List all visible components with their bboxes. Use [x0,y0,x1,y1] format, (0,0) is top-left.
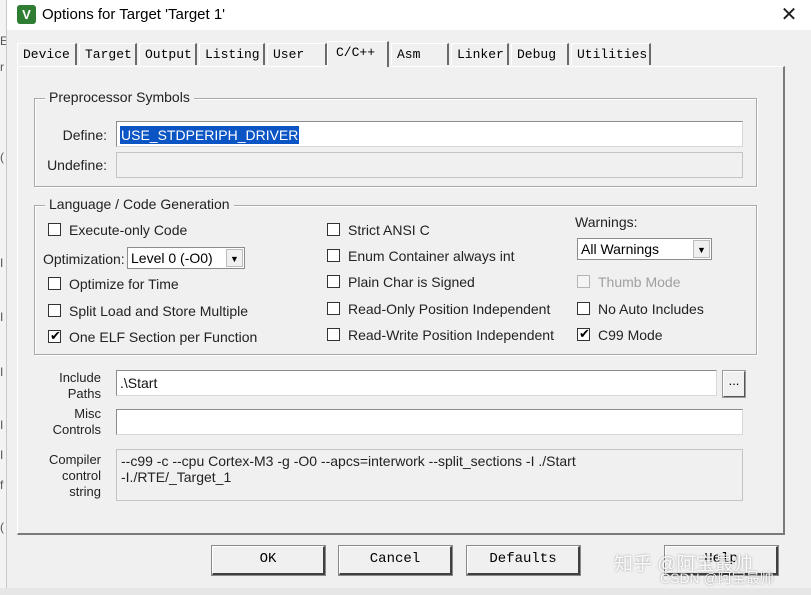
ro-pi-checkbox[interactable] [327,302,340,315]
cpp-options-panel: Preprocessor Symbols Define: USE_STDPERI… [17,66,785,535]
c99-mode-label: C99 Mode [598,327,663,343]
compiler-control-line-2: -I./RTE/_Target_1 [121,469,232,485]
compiler-control-line-1: --c99 -c --cpu Cortex-M3 -g -O0 --apcs=i… [121,453,576,469]
tab-target[interactable]: Target [79,43,137,65]
csdn-watermark: CSDN @阿宝最帅 [660,570,774,586]
define-field[interactable]: USE_STDPERIPH_DRIVER [116,121,743,147]
compiler-control-text: --c99 -c --cpu Cortex-M3 -g -O0 --apcs=i… [121,453,576,485]
language-group-title: Language / Code Generation [45,196,234,212]
defaults-button[interactable]: Defaults [466,545,581,576]
thumb-mode-checkbox[interactable] [577,275,590,288]
split-load-checkbox[interactable] [48,304,61,317]
ro-pi-label: Read-Only Position Independent [348,301,551,317]
optimize-time-checkbox[interactable] [48,277,61,290]
misc-controls-label-2: Controls [52,422,101,437]
strict-ansi-checkbox[interactable] [327,223,340,236]
tab-linker[interactable]: Linker [451,43,509,65]
keil-app-icon: V [17,5,36,24]
define-label: Define: [62,127,107,143]
chevron-down-icon: ▼ [226,249,243,267]
include-paths-browse-button[interactable]: ... [722,370,746,398]
tab-user[interactable]: User [267,43,327,65]
plain-char-checkbox[interactable] [327,275,340,288]
warnings-select[interactable]: All Warnings ▼ [577,238,712,260]
warnings-value: All Warnings [581,241,660,257]
optimization-select[interactable]: Level 0 (-O0) ▼ [127,247,245,269]
optimization-value: Level 0 (-O0) [131,250,213,266]
no-auto-includes-label: No Auto Includes [598,301,704,317]
compiler-control-label-1: Compiler [48,452,101,467]
plain-char-label: Plain Char is Signed [348,274,475,290]
tab-debug[interactable]: Debug [511,43,569,65]
enum-container-checkbox[interactable] [327,249,340,262]
tab-output[interactable]: Output [139,43,197,65]
compiler-control-label-3: string [69,484,101,499]
tab-asm[interactable]: Asm [391,43,449,65]
include-paths-label-2: Paths [67,386,101,401]
title-bar: V Options for Target 'Target 1' ✕ [7,0,811,30]
define-value: USE_STDPERIPH_DRIVER [120,126,300,144]
rw-pi-label: Read-Write Position Independent [348,327,554,343]
checkmark-icon: ✔ [50,328,61,343]
window-title: Options for Target 'Target 1' [42,6,226,23]
thumb-mode-label: Thumb Mode [598,274,681,290]
tab-listing[interactable]: Listing [199,43,265,65]
one-elf-label: One ELF Section per Function [69,329,258,345]
taskbar-edge [0,588,811,595]
tab-utilities[interactable]: Utilities [571,43,651,65]
tab-device[interactable]: Device [17,43,77,65]
misc-controls-label-1: Misc [74,406,101,421]
strict-ansi-label: Strict ANSI C [348,222,430,238]
enum-container-label: Enum Container always int [348,248,515,264]
options-dialog: V Options for Target 'Target 1' ✕ Device… [6,0,811,595]
optimize-time-label: Optimize for Time [69,276,179,292]
tab-c-cpp[interactable]: C/C++ [327,41,389,67]
undefine-label: Undefine: [47,157,107,173]
rw-pi-checkbox[interactable] [327,328,340,341]
chevron-down-icon: ▼ [693,240,710,258]
preprocessor-group-title: Preprocessor Symbols [45,89,194,105]
include-paths-label-1: Include [59,370,101,385]
undefine-field[interactable] [116,152,743,178]
c99-mode-checkbox[interactable]: ✔ [577,326,590,341]
no-auto-includes-checkbox[interactable] [577,302,590,315]
ok-button[interactable]: OK [211,545,326,576]
compiler-control-label-2: control [61,468,101,483]
execute-only-label: Execute-only Code [69,222,188,238]
split-load-label: Split Load and Store Multiple [69,303,248,319]
misc-controls-field[interactable] [116,409,743,435]
execute-only-checkbox[interactable] [48,223,61,236]
checkmark-icon: ✔ [579,326,590,341]
optimization-label: Optimization: [43,251,125,267]
one-elf-checkbox[interactable]: ✔ [48,328,61,343]
include-paths-field[interactable]: .\Start [116,370,717,396]
close-icon[interactable]: ✕ [766,0,811,30]
include-paths-value: .\Start [120,375,158,391]
compiler-control-string[interactable]: --c99 -c --cpu Cortex-M3 -g -O0 --apcs=i… [116,449,743,501]
warnings-label: Warnings: [575,214,638,230]
cancel-button[interactable]: Cancel [338,545,453,576]
